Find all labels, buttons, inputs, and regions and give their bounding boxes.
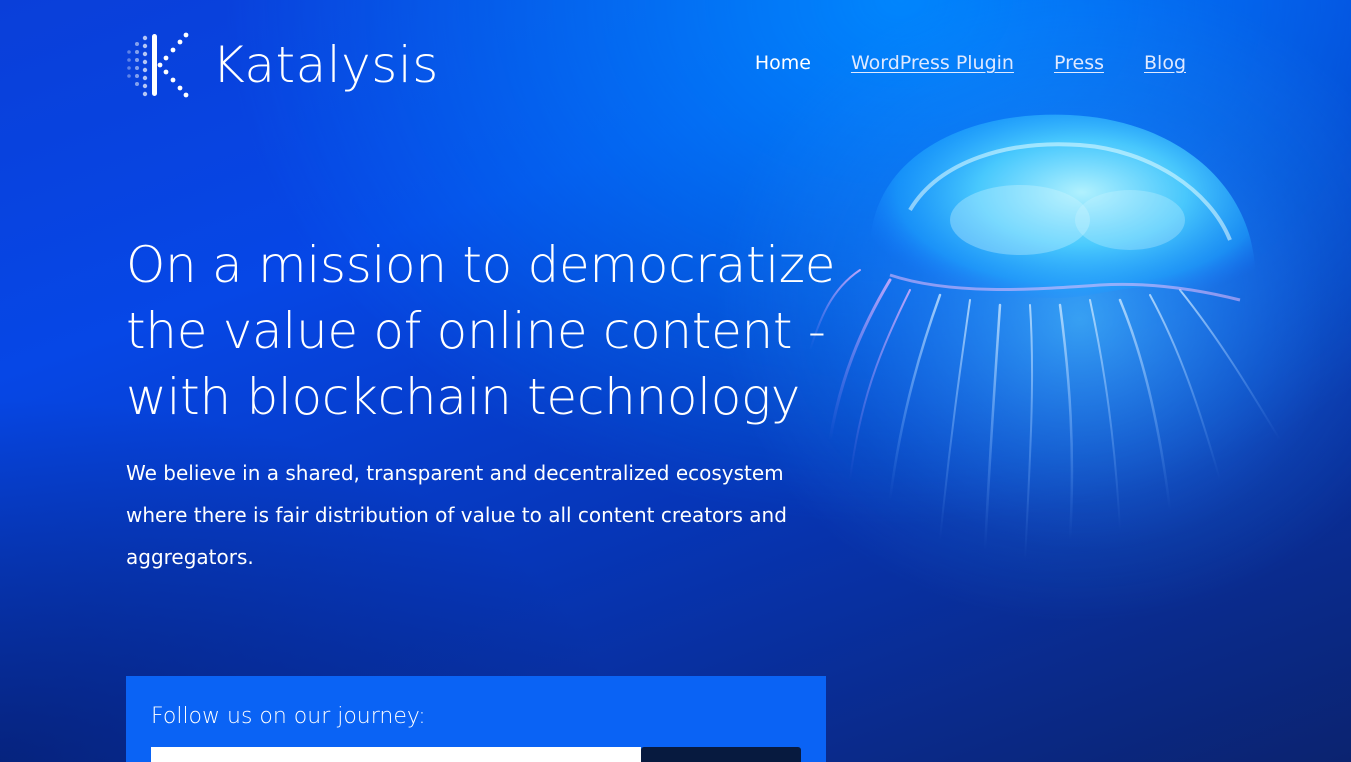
email-field[interactable] xyxy=(151,747,641,762)
katalysis-k-dots-logo-icon xyxy=(127,32,189,98)
brand-logo[interactable]: Katalysis xyxy=(126,32,439,98)
hero-title: On a mission to democratize the value of… xyxy=(126,236,836,426)
main-nav: Home WordPress Plugin Press Blog xyxy=(755,50,1186,76)
subscribe-button[interactable] xyxy=(641,747,801,762)
jellyfish-image xyxy=(809,100,1320,561)
brand-name: Katalysis xyxy=(212,36,439,94)
nav-item-blog[interactable]: Blog xyxy=(1144,50,1186,76)
nav-item-wordpress-plugin[interactable]: WordPress Plugin xyxy=(851,50,1014,76)
nav-item-press[interactable]: Press xyxy=(1054,50,1104,76)
nav-item-home[interactable]: Home xyxy=(755,50,811,76)
subscribe-box: Follow us on our journey: xyxy=(126,676,826,762)
hero-description: We believe in a shared, transparent and … xyxy=(126,461,787,569)
subscribe-label: Follow us on our journey: xyxy=(151,704,426,729)
